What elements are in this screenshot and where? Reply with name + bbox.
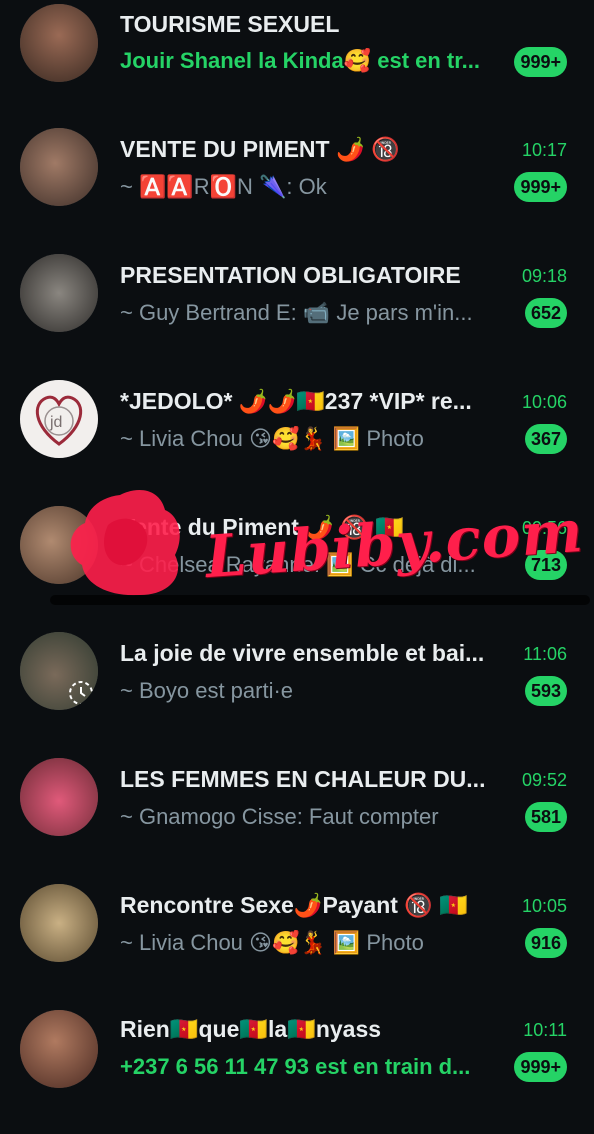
unread-badge: 999+ — [514, 47, 567, 77]
avatar[interactable] — [20, 506, 98, 584]
chat-time: 10:06 — [521, 392, 567, 412]
chat-preview: ~ Livia Chou 😘🥰💃 🖼️ Photo — [120, 930, 424, 955]
unread-badge: 916 — [524, 928, 567, 958]
avatar[interactable]: jd — [20, 380, 98, 458]
avatar[interactable] — [20, 128, 98, 206]
avatar[interactable] — [20, 254, 98, 332]
chat-row[interactable]: TOURISME SEXUEL Jouir Shanel la Kinda🥰 e… — [0, 0, 594, 126]
chat-row[interactable]: LES FEMMES EN CHALEUR DU... 09:52 ~ Gnam… — [0, 756, 594, 882]
chat-title: Rencontre Sexe🌶️Payant 🔞 🇨🇲 — [120, 892, 468, 918]
chat-time: 09:52 — [521, 770, 567, 790]
chat-time: 09:18 — [521, 266, 567, 286]
unread-badge: 652 — [524, 298, 567, 328]
chat-time: 10:11 — [523, 1020, 567, 1040]
chat-row[interactable]: Rien🇨🇲que🇨🇲la🇨🇲nyass 10:11 +237 6 56 11 … — [0, 1008, 594, 1134]
chat-title: TOURISME SEXUEL — [120, 11, 340, 37]
chat-row[interactable]: Rencontre Sexe🌶️Payant 🔞 🇨🇲 10:05 ~ Livi… — [0, 882, 594, 1008]
chat-preview: ~ Guy Bertrand E: 📹 Je pars m'in... — [120, 300, 473, 325]
chat-time: 09:56 — [521, 518, 567, 538]
unread-badge: 999+ — [514, 172, 567, 202]
chat-preview: ~ Gnamogo Cisse: Faut compter — [120, 804, 439, 829]
timer-icon — [69, 681, 93, 705]
chat-row[interactable]: jd *JEDOLO* 🌶️🌶️🇨🇲237 *VIP* re... 10:06 … — [0, 378, 594, 504]
avatar[interactable] — [20, 4, 98, 82]
unread-badge: 593 — [524, 676, 567, 706]
unread-badge: 581 — [524, 802, 567, 832]
chat-title: *JEDOLO* 🌶️🌶️🇨🇲237 *VIP* re... — [120, 388, 472, 414]
chat-row[interactable]: VENTE DU PIMENT 🌶️ 🔞 10:17 ~ 🅰️🅰️R🅾️N 🌂:… — [0, 126, 594, 252]
chat-preview: ~ 🅰️🅰️R🅾️N 🌂: Ok — [120, 174, 327, 199]
chat-title: Rien🇨🇲que🇨🇲la🇨🇲nyass — [120, 1016, 382, 1042]
svg-text:jd: jd — [49, 414, 62, 431]
chat-title: PRESENTATION OBLIGATOIRE — [120, 262, 461, 288]
chat-time: 10:05 — [521, 896, 567, 916]
chat-title: La joie de vivre ensemble et bai... — [120, 640, 485, 666]
avatar[interactable] — [20, 884, 98, 962]
chat-row[interactable]: Vente du Piment 🌶️ 🔞 🇨🇲 09:56 ~ Chelsea … — [0, 504, 594, 630]
chat-preview: +237 6 56 11 47 93 est en train d... — [120, 1054, 471, 1079]
chat-row[interactable]: La joie de vivre ensemble et bai... 11:0… — [0, 630, 594, 756]
chat-row[interactable]: PRESENTATION OBLIGATOIRE 09:18 ~ Guy Ber… — [0, 252, 594, 378]
chat-preview: ~ Chelsea Rayanne: 🖼️ Cc déjà di... — [120, 552, 476, 577]
unread-badge: 999+ — [514, 1052, 567, 1082]
avatar[interactable] — [20, 632, 98, 710]
unread-badge: 367 — [524, 424, 567, 454]
chat-title: LES FEMMES EN CHALEUR DU... — [120, 766, 486, 792]
chat-time: 10:17 — [521, 140, 567, 160]
avatar[interactable] — [20, 758, 98, 836]
chat-preview: ~ Livia Chou 😘🥰💃 🖼️ Photo — [120, 426, 424, 451]
chat-title: VENTE DU PIMENT 🌶️ 🔞 — [120, 136, 400, 162]
jd-logo-icon: jd — [35, 395, 83, 446]
chat-preview: Jouir Shanel la Kinda🥰 est en tr... — [120, 48, 480, 73]
chat-time: 11:06 — [523, 644, 567, 664]
unread-badge: 713 — [524, 550, 567, 580]
chat-title: Vente du Piment 🌶️ 🔞 🇨🇲 — [120, 514, 405, 540]
avatar[interactable] — [20, 1010, 98, 1088]
chat-preview: ~ Boyo est parti·e — [120, 678, 294, 703]
